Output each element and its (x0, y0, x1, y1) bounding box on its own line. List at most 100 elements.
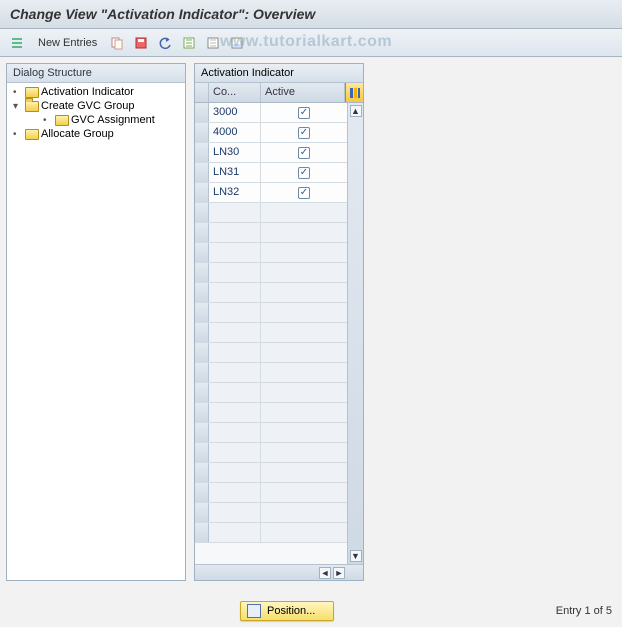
cell-code[interactable]: 3000 (209, 103, 261, 122)
arrow-right-icon[interactable]: • (43, 115, 53, 126)
cell-active[interactable]: ✓ (261, 143, 347, 162)
table-row[interactable] (195, 503, 347, 523)
table-row[interactable] (195, 483, 347, 503)
table-row[interactable] (195, 223, 347, 243)
table-row[interactable] (195, 203, 347, 223)
horizontal-scrollbar[interactable]: ◄ ► (195, 564, 363, 580)
row-selector[interactable] (195, 403, 209, 422)
cell-active[interactable] (261, 363, 347, 382)
table-row[interactable]: 4000 ✓ (195, 123, 347, 143)
cell-active[interactable] (261, 503, 347, 522)
cell-code[interactable] (209, 423, 261, 442)
cell-code[interactable] (209, 403, 261, 422)
row-selector[interactable] (195, 383, 209, 402)
scroll-left-icon[interactable]: ◄ (319, 567, 331, 579)
row-selector[interactable] (195, 163, 209, 182)
cell-code[interactable] (209, 503, 261, 522)
cell-code[interactable] (209, 443, 261, 462)
table-row[interactable] (195, 423, 347, 443)
column-code[interactable]: Co... (209, 83, 261, 102)
scroll-up-icon[interactable]: ▲ (350, 105, 362, 117)
cell-active[interactable] (261, 423, 347, 442)
row-selector[interactable] (195, 123, 209, 142)
row-selector[interactable] (195, 243, 209, 262)
row-selector[interactable] (195, 323, 209, 342)
save-variant-icon[interactable] (131, 33, 151, 53)
table-row[interactable]: LN31 ✓ (195, 163, 347, 183)
table-row[interactable] (195, 463, 347, 483)
cell-active[interactable] (261, 283, 347, 302)
row-selector[interactable] (195, 303, 209, 322)
table-row[interactable]: LN32 ✓ (195, 183, 347, 203)
vertical-scrollbar[interactable]: ▲ ▼ (347, 103, 363, 564)
cell-code[interactable]: 4000 (209, 123, 261, 142)
scroll-down-icon[interactable]: ▼ (350, 550, 362, 562)
cell-code[interactable] (209, 463, 261, 482)
row-selector[interactable] (195, 343, 209, 362)
cell-code[interactable] (209, 283, 261, 302)
cell-code[interactable] (209, 303, 261, 322)
row-selector[interactable] (195, 183, 209, 202)
table-row[interactable] (195, 383, 347, 403)
cell-active[interactable] (261, 263, 347, 282)
print-icon[interactable] (227, 33, 247, 53)
checkbox[interactable]: ✓ (298, 127, 310, 139)
cell-active[interactable] (261, 243, 347, 262)
cell-active[interactable]: ✓ (261, 163, 347, 182)
table-row[interactable] (195, 443, 347, 463)
tree-item[interactable]: •Activation Indicator (9, 85, 183, 99)
cell-active[interactable] (261, 303, 347, 322)
arrow-down-icon[interactable]: ▾ (13, 101, 23, 112)
cell-code[interactable] (209, 243, 261, 262)
table-row[interactable] (195, 363, 347, 383)
column-selector[interactable] (195, 83, 209, 102)
table-row[interactable] (195, 343, 347, 363)
row-selector[interactable] (195, 143, 209, 162)
table-row[interactable] (195, 283, 347, 303)
column-active[interactable]: Active (261, 83, 345, 102)
row-selector[interactable] (195, 463, 209, 482)
deselect-all-icon[interactable] (203, 33, 223, 53)
checkbox[interactable]: ✓ (298, 187, 310, 199)
table-row[interactable] (195, 403, 347, 423)
cell-active[interactable] (261, 483, 347, 502)
configure-columns-icon[interactable] (345, 83, 363, 102)
cell-code[interactable] (209, 223, 261, 242)
cell-code[interactable] (209, 203, 261, 222)
table-row[interactable] (195, 243, 347, 263)
cell-active[interactable] (261, 463, 347, 482)
row-selector[interactable] (195, 203, 209, 222)
tree-item[interactable]: •Allocate Group (9, 127, 183, 141)
undo-icon[interactable] (155, 33, 175, 53)
cell-code[interactable] (209, 323, 261, 342)
arrow-right-icon[interactable]: • (13, 87, 23, 98)
table-row[interactable] (195, 523, 347, 543)
cell-active[interactable] (261, 203, 347, 222)
scroll-right-icon[interactable]: ► (333, 567, 345, 579)
cell-active[interactable] (261, 523, 347, 542)
row-selector[interactable] (195, 283, 209, 302)
copy-icon[interactable] (107, 33, 127, 53)
position-button[interactable]: Position... (240, 601, 334, 621)
checkbox[interactable]: ✓ (298, 167, 310, 179)
row-selector[interactable] (195, 423, 209, 442)
cell-code[interactable]: LN31 (209, 163, 261, 182)
row-selector[interactable] (195, 483, 209, 502)
cell-code[interactable]: LN32 (209, 183, 261, 202)
new-entries-button[interactable]: New Entries (32, 35, 103, 51)
row-selector[interactable] (195, 443, 209, 462)
cell-code[interactable] (209, 523, 261, 542)
cell-code[interactable] (209, 483, 261, 502)
cell-active[interactable] (261, 343, 347, 362)
cell-code[interactable]: LN30 (209, 143, 261, 162)
cell-active[interactable] (261, 443, 347, 462)
table-row[interactable] (195, 323, 347, 343)
row-selector[interactable] (195, 223, 209, 242)
table-row[interactable] (195, 303, 347, 323)
row-selector[interactable] (195, 503, 209, 522)
cell-active[interactable] (261, 223, 347, 242)
cell-code[interactable] (209, 383, 261, 402)
cell-active[interactable]: ✓ (261, 123, 347, 142)
cell-code[interactable] (209, 263, 261, 282)
cell-code[interactable] (209, 363, 261, 382)
